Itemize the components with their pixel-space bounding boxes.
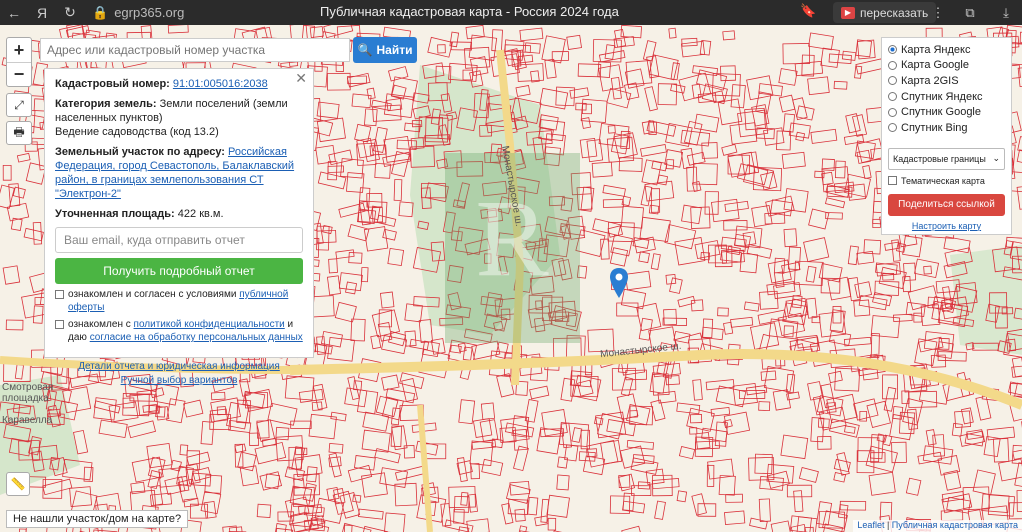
ruler-icon[interactable]: 📏 bbox=[6, 472, 30, 496]
page-title: Публичная кадастровая карта - Россия 202… bbox=[320, 4, 619, 19]
layer-option[interactable]: Карта 2GIS bbox=[888, 73, 1005, 89]
back-icon[interactable]: ← bbox=[0, 0, 28, 25]
reload-icon[interactable]: ↻ bbox=[56, 0, 84, 25]
cadastral-label: Кадастровый номер: bbox=[55, 78, 170, 90]
lock-icon: 🔒 bbox=[92, 4, 109, 20]
not-found-button[interactable]: Не нашли участок/дом на карте? bbox=[6, 510, 189, 528]
url-text: egrp365.org bbox=[114, 5, 185, 20]
radio-button[interactable] bbox=[888, 60, 897, 70]
retell-button[interactable]: ▶ пересказать bbox=[833, 2, 937, 23]
offer-consent[interactable]: ознакомлен и согласен с условиями публич… bbox=[55, 288, 303, 314]
cadastral-number-link[interactable]: 91:01:005016:2038 bbox=[173, 78, 268, 90]
area-label: Уточненная площадь: bbox=[55, 208, 175, 220]
offer-consent-text: ознакомлен и согласен с условиями bbox=[68, 289, 237, 300]
address-label: Земельный участок по адресу: bbox=[55, 146, 225, 158]
layer-option-label: Спутник Яндекс bbox=[901, 90, 983, 103]
bookmark-icon[interactable]: 🔖 bbox=[800, 3, 816, 19]
configure-map-link[interactable]: Настроить карту bbox=[888, 221, 1005, 231]
radio-button[interactable] bbox=[888, 76, 897, 86]
layer-option[interactable]: Карта Яндекс bbox=[888, 42, 1005, 58]
layer-option-label: Спутник Google bbox=[901, 106, 981, 119]
privacy-policy-link[interactable]: политикой конфиденциальности bbox=[134, 319, 285, 330]
attribution: Leaflet | Публичная кадастровая карта bbox=[853, 520, 1022, 532]
yandex-icon[interactable]: Я bbox=[28, 0, 56, 25]
chevron-down-icon: ⌄ bbox=[992, 153, 1000, 164]
personal-data-link[interactable]: согласие на обработку персональных данны… bbox=[90, 332, 303, 343]
layer-option-label: Карта Яндекс bbox=[901, 43, 971, 56]
search-input[interactable] bbox=[40, 38, 350, 62]
layer-option[interactable]: Карта Google bbox=[888, 58, 1005, 74]
zoom-control: + − bbox=[6, 37, 32, 87]
close-icon[interactable]: ✕ bbox=[295, 71, 307, 85]
category-label: Категория земель: bbox=[55, 98, 157, 110]
extensions-icon[interactable]: ⧉ bbox=[958, 0, 982, 25]
place-label: Смотровая площадка bbox=[2, 382, 54, 404]
map-canvas[interactable]: R Монастырское ш. Монастырское ш. Смотро… bbox=[0, 25, 1022, 532]
attribution-link[interactable]: Публичная кадастровая карта bbox=[892, 520, 1018, 530]
get-report-button[interactable]: Получить подробный отчет bbox=[55, 258, 303, 284]
area-value: 422 кв.м. bbox=[177, 208, 224, 220]
radio-button[interactable] bbox=[888, 92, 897, 102]
overlay-select-value: Кадастровые границы bbox=[893, 153, 986, 164]
layer-option-label: Карта 2GIS bbox=[901, 74, 959, 87]
report-details-link[interactable]: Детали отчета и юридическая информация bbox=[55, 360, 303, 374]
email-field[interactable]: Ваш email, куда отправить отчет bbox=[55, 227, 303, 253]
download-icon[interactable]: ⤓ bbox=[994, 0, 1018, 25]
zoom-out-button[interactable]: − bbox=[7, 62, 31, 86]
retell-label: пересказать bbox=[860, 5, 929, 20]
use-value: Ведение садоводства (код 13.2) bbox=[55, 126, 219, 138]
layer-option-label: Карта Google bbox=[901, 59, 969, 72]
place-label: Каравелла bbox=[2, 415, 53, 426]
retell-icon: ▶ bbox=[841, 6, 855, 19]
layer-option-label: Спутник Bing bbox=[901, 121, 968, 134]
parcel-info-panel: ✕ Кадастровый номер: 91:01:005016:2038 К… bbox=[44, 68, 314, 386]
layer-panel: Карта Яндекс Карта Google Карта 2GIS Спутни… bbox=[881, 37, 1012, 235]
privacy-checkbox[interactable] bbox=[55, 320, 64, 329]
thematic-toggle[interactable]: Тематическая карта bbox=[888, 176, 1005, 186]
search-button[interactable]: 🔍 Найти bbox=[353, 37, 417, 63]
address-bar[interactable]: 🔒 egrp365.org bbox=[92, 5, 272, 21]
layer-option[interactable]: Спутник Google bbox=[888, 104, 1005, 120]
layer-option[interactable]: Спутник Bing bbox=[888, 120, 1005, 136]
thematic-label: Тематическая карта bbox=[901, 175, 985, 186]
privacy-consent-text: ознакомлен с bbox=[68, 319, 131, 330]
privacy-consent[interactable]: ознакомлен с политикой конфиденциальност… bbox=[55, 318, 303, 344]
location-marker-icon[interactable] bbox=[610, 268, 628, 298]
layer-option[interactable]: Спутник Яндекс bbox=[888, 89, 1005, 105]
print-icon[interactable]: 🖶 bbox=[6, 121, 32, 145]
radio-button[interactable] bbox=[888, 45, 897, 55]
more-icon[interactable]: ⋮ bbox=[926, 0, 950, 25]
zoom-in-button[interactable]: + bbox=[7, 38, 31, 62]
search-icon: 🔍 bbox=[357, 43, 373, 57]
radio-button[interactable] bbox=[888, 107, 897, 117]
leaflet-link[interactable]: Leaflet bbox=[857, 520, 884, 530]
manual-selection-link[interactable]: Ручной выбор вариантов bbox=[55, 374, 303, 388]
fullscreen-icon[interactable]: ⤢ bbox=[6, 93, 32, 117]
radio-button[interactable] bbox=[888, 123, 897, 133]
search-button-label: Найти bbox=[376, 43, 413, 57]
browser-toolbar: ← Я ↻ 🔒 egrp365.org Публичная кадастрова… bbox=[0, 0, 1022, 25]
offer-checkbox[interactable] bbox=[55, 290, 64, 299]
overlay-select[interactable]: Кадастровые границы ⌄ bbox=[888, 147, 1005, 170]
thematic-checkbox[interactable] bbox=[888, 176, 897, 186]
share-link-button[interactable]: Поделиться ссылкой bbox=[888, 193, 1005, 216]
